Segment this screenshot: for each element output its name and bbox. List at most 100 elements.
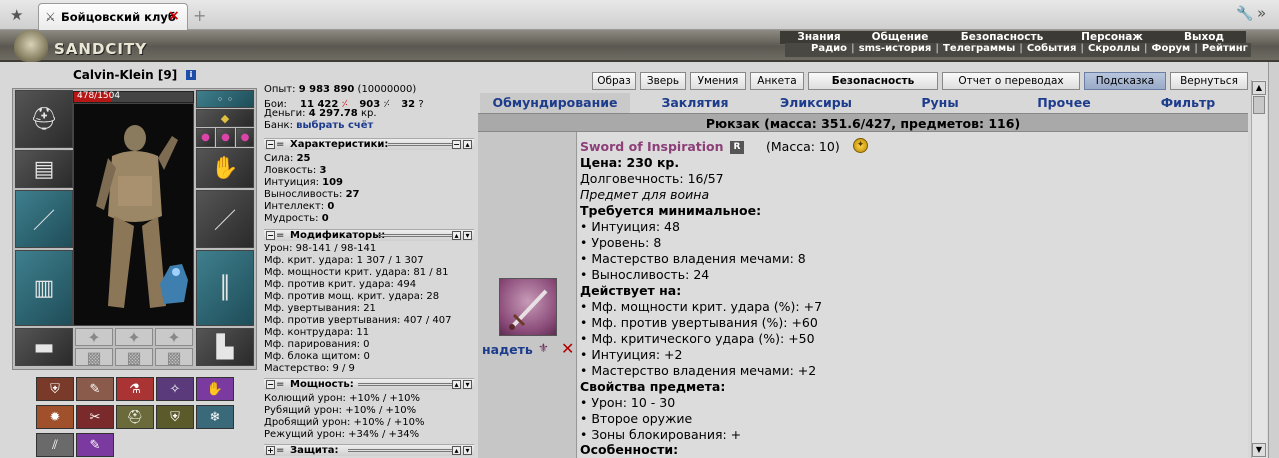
expand-icon[interactable]: + bbox=[266, 446, 275, 455]
empty-slot[interactable]: ▩ bbox=[115, 348, 153, 366]
scroll-up-icon[interactable]: ▲ bbox=[1252, 81, 1266, 95]
plus-icon[interactable]: + bbox=[193, 6, 206, 25]
tab-elixirs[interactable]: Эликсиры bbox=[760, 93, 872, 113]
sub-menu: Радио | sms-история | Телеграммы | События | Скр… bbox=[785, 43, 1251, 57]
bank-link[interactable]: выбрать счёт bbox=[296, 120, 373, 131]
power-row: Режущий урон: +34% / +34% bbox=[264, 429, 420, 440]
character-name[interactable]: Calvin-Klein [9] bbox=[73, 68, 177, 82]
arrows-icon[interactable]: ▴ bbox=[463, 140, 472, 149]
crossed-swords-icon: ⚔ bbox=[45, 10, 56, 24]
amulet-slot[interactable]: ◆ bbox=[196, 109, 254, 127]
tab-filter[interactable]: Фильтр bbox=[1146, 93, 1230, 113]
back-button[interactable]: Вернуться bbox=[1170, 72, 1248, 90]
security-button[interactable]: Безопасность bbox=[808, 72, 938, 90]
backpack-header: Рюкзак (масса: 351.6/427, предметов: 116… bbox=[478, 113, 1248, 132]
belt-item[interactable]: ✎ bbox=[76, 433, 114, 457]
offhand-slot[interactable]: ／ bbox=[196, 190, 254, 248]
wrench-icon[interactable]: 🔧 bbox=[1236, 6, 1253, 22]
boots-slot[interactable]: ▙ bbox=[196, 328, 254, 366]
acts-title: Действует на: bbox=[580, 283, 682, 298]
characteristics-header[interactable]: − = Характеристики: − ▴ bbox=[264, 138, 474, 150]
ring-slot[interactable]: ● bbox=[236, 128, 254, 147]
empty-slot[interactable]: ✦ bbox=[155, 328, 193, 346]
arrow-up-icon[interactable]: ▴ bbox=[452, 231, 461, 240]
gloves-slot[interactable]: ✋ bbox=[196, 148, 254, 188]
menu-item[interactable]: sms-история bbox=[859, 43, 932, 54]
item-name[interactable]: Sword of Inspiration bbox=[580, 139, 724, 154]
minimize-icon[interactable]: − bbox=[452, 140, 461, 149]
browser-tab[interactable]: ⚔ Бойцовский клуб × bbox=[38, 3, 188, 30]
armor-slot[interactable]: ▥ bbox=[15, 250, 73, 326]
scroll-down-icon[interactable]: ▼ bbox=[1252, 443, 1266, 457]
arrow-up-icon[interactable]: ▴ bbox=[452, 446, 461, 455]
bracers-slot[interactable]: ▤ bbox=[15, 150, 73, 188]
tab-spells[interactable]: Заклятия bbox=[640, 93, 750, 113]
empty-slot[interactable]: ▩ bbox=[155, 348, 193, 366]
belt-item[interactable]: ✹ bbox=[36, 405, 74, 429]
arrow-down-icon[interactable]: ▾ bbox=[463, 446, 472, 455]
tab-other[interactable]: Прочее bbox=[1022, 93, 1106, 113]
profile-button[interactable]: Анкета bbox=[750, 72, 804, 90]
belt-item[interactable]: ✧ bbox=[156, 377, 194, 401]
defense-header[interactable]: + = Защита: ▴ ▾ bbox=[264, 444, 474, 456]
sword-icon bbox=[509, 289, 548, 330]
belt-item[interactable]: ⛨ bbox=[36, 377, 74, 401]
menu-item[interactable]: Рейтинг bbox=[1202, 43, 1248, 54]
modifier-row: Мф. против крит. удара: 494 bbox=[264, 279, 417, 290]
belt-item[interactable]: ⫽ bbox=[36, 433, 74, 457]
belt-item[interactable]: ✂ bbox=[76, 405, 114, 429]
empty-slot[interactable]: ✦ bbox=[75, 328, 113, 346]
belt-item[interactable]: ✎ bbox=[76, 377, 114, 401]
menu-item[interactable]: Скроллы bbox=[1088, 43, 1140, 54]
hint-button[interactable]: Подсказка bbox=[1084, 72, 1166, 90]
empty-slot[interactable]: ▩ bbox=[75, 348, 113, 366]
chevron-double-icon[interactable]: » bbox=[1257, 4, 1266, 22]
helmet-slot[interactable]: ⛑ bbox=[15, 90, 73, 148]
arrow-up-icon[interactable]: ▴ bbox=[452, 380, 461, 389]
item-image[interactable] bbox=[499, 278, 557, 336]
character-avatar[interactable] bbox=[73, 103, 194, 326]
arrow-down-icon[interactable]: ▾ bbox=[463, 231, 472, 240]
rarity-badge: R bbox=[730, 141, 744, 154]
scrollbar[interactable] bbox=[1251, 80, 1267, 458]
close-icon[interactable]: × bbox=[168, 8, 180, 24]
weapon-slot[interactable]: ／ bbox=[15, 190, 73, 248]
belt-item[interactable]: ✋ bbox=[196, 377, 234, 401]
tab-runes[interactable]: Руны bbox=[902, 93, 978, 113]
tab-equipment[interactable]: Обмундирование bbox=[480, 93, 630, 113]
belt-item[interactable]: ❄ bbox=[196, 405, 234, 429]
menu-item[interactable]: Форум bbox=[1152, 43, 1191, 54]
ring-slot[interactable]: ● bbox=[216, 128, 235, 147]
belt-item[interactable]: ⛑ bbox=[116, 405, 154, 429]
menu-item[interactable]: Телеграммы bbox=[943, 43, 1015, 54]
skills-button[interactable]: Умения bbox=[690, 72, 746, 90]
star-icon[interactable]: ★ bbox=[10, 6, 23, 24]
belt-icon: ▬ bbox=[33, 334, 55, 360]
wear-icon[interactable]: ⚜ bbox=[538, 341, 549, 355]
collapse-icon[interactable]: − bbox=[266, 140, 275, 149]
stat-row: Сила: 25 bbox=[264, 153, 311, 164]
arrow-down-icon[interactable]: ▾ bbox=[463, 380, 472, 389]
belt-item[interactable]: ⛨ bbox=[156, 405, 194, 429]
modifiers-header[interactable]: − = Модификаторы: ▴ ▾ bbox=[264, 229, 474, 241]
menu-item[interactable]: Радио bbox=[811, 43, 847, 54]
ring-slot[interactable]: ● bbox=[196, 128, 215, 147]
belt-slot[interactable]: ▬ bbox=[15, 328, 73, 366]
collapse-icon[interactable]: − bbox=[266, 231, 275, 240]
powers-header[interactable]: − = Мощность: ▴ ▾ bbox=[264, 378, 474, 390]
features-title: Особенности: bbox=[580, 442, 679, 457]
legs-slot[interactable]: ║ bbox=[196, 250, 254, 326]
image-button[interactable]: Образ bbox=[592, 72, 636, 90]
wear-link[interactable]: надеть bbox=[482, 342, 533, 357]
transfers-report-button[interactable]: Отчет о переводах bbox=[942, 72, 1080, 90]
cross-icon[interactable]: ✕ bbox=[561, 339, 574, 358]
scroll-thumb[interactable] bbox=[1253, 96, 1265, 114]
pet-button[interactable]: Зверь bbox=[640, 72, 686, 90]
collapse-icon[interactable]: − bbox=[266, 380, 275, 389]
empty-slot[interactable]: ✦ bbox=[115, 328, 153, 346]
info-icon[interactable]: i bbox=[186, 70, 196, 80]
earring-slot[interactable]: ◦ ◦ bbox=[196, 90, 254, 108]
belt-item[interactable]: ⚗ bbox=[116, 377, 154, 401]
amulet-icon: ◆ bbox=[220, 111, 230, 125]
menu-item[interactable]: События bbox=[1027, 43, 1076, 54]
